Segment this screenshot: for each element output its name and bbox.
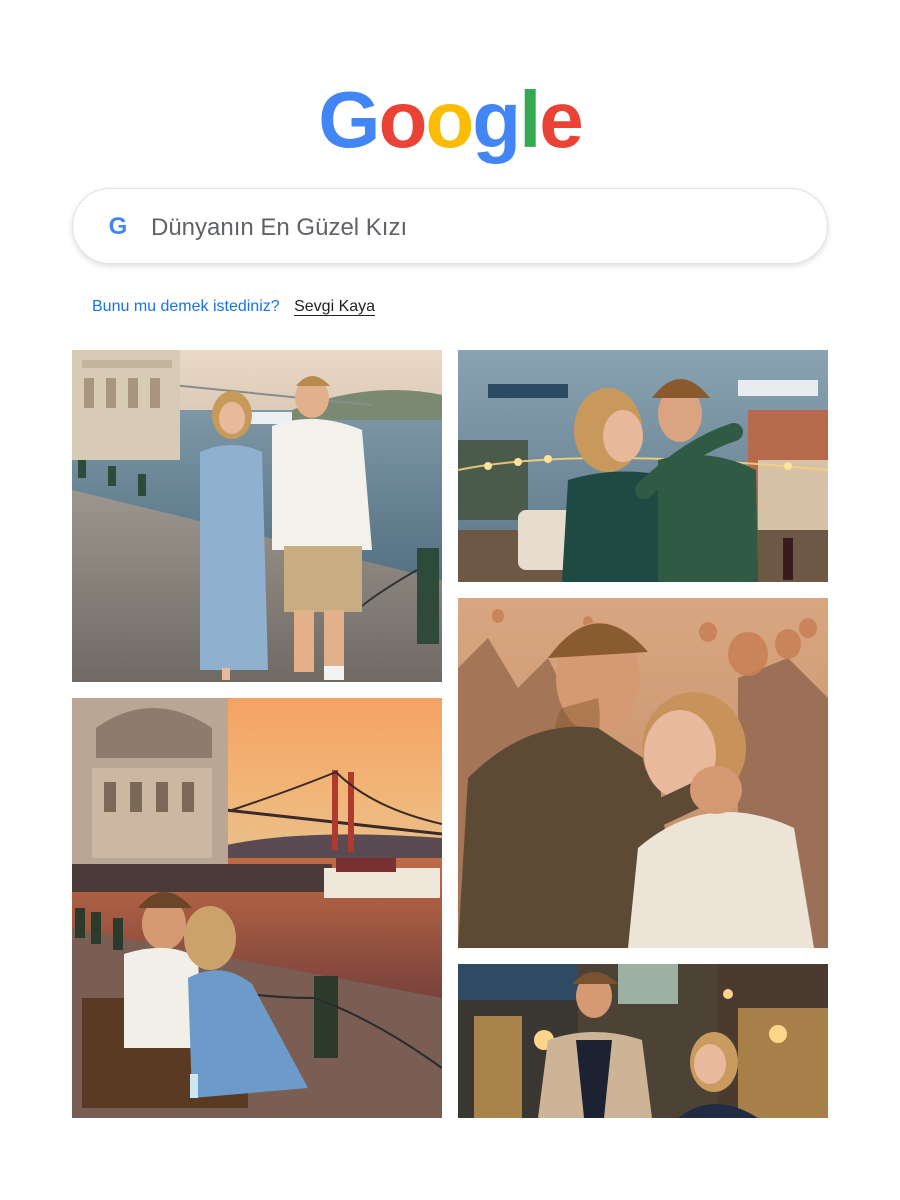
logo-letter: o	[378, 75, 427, 164]
did-you-mean-suggestion-link[interactable]: Sevgi Kaya	[294, 298, 376, 316]
search-input[interactable]: Dünyanın En Güzel Kızı	[151, 189, 407, 265]
logo-letter: g	[472, 75, 521, 164]
couple-cappadocia-image	[458, 598, 828, 948]
image-result-1[interactable]	[72, 350, 442, 682]
couple-walking-image	[72, 350, 442, 682]
couple-bench-sunset-image	[72, 698, 442, 1118]
google-logo[interactable]: Google	[0, 74, 900, 166]
image-result-4[interactable]	[72, 698, 442, 1118]
logo-letter: G	[318, 75, 380, 164]
image-result-5[interactable]	[458, 964, 828, 1118]
logo-letter: l	[519, 75, 541, 164]
logo-letter: o	[425, 75, 474, 164]
image-result-2[interactable]	[458, 350, 828, 582]
did-you-mean-prompt: Bunu mu demek istediniz?	[92, 298, 280, 315]
couple-evening-street-image	[458, 964, 828, 1118]
google-g-icon: G	[108, 213, 128, 240]
logo-letter: e	[539, 75, 583, 164]
image-result-3[interactable]	[458, 598, 828, 948]
did-you-mean: Bunu mu demek istediniz? Sevgi Kaya	[92, 296, 376, 318]
search-box[interactable]: G Dünyanın En Güzel Kızı	[72, 188, 828, 264]
couple-embracing-rooftop-image	[458, 350, 828, 582]
